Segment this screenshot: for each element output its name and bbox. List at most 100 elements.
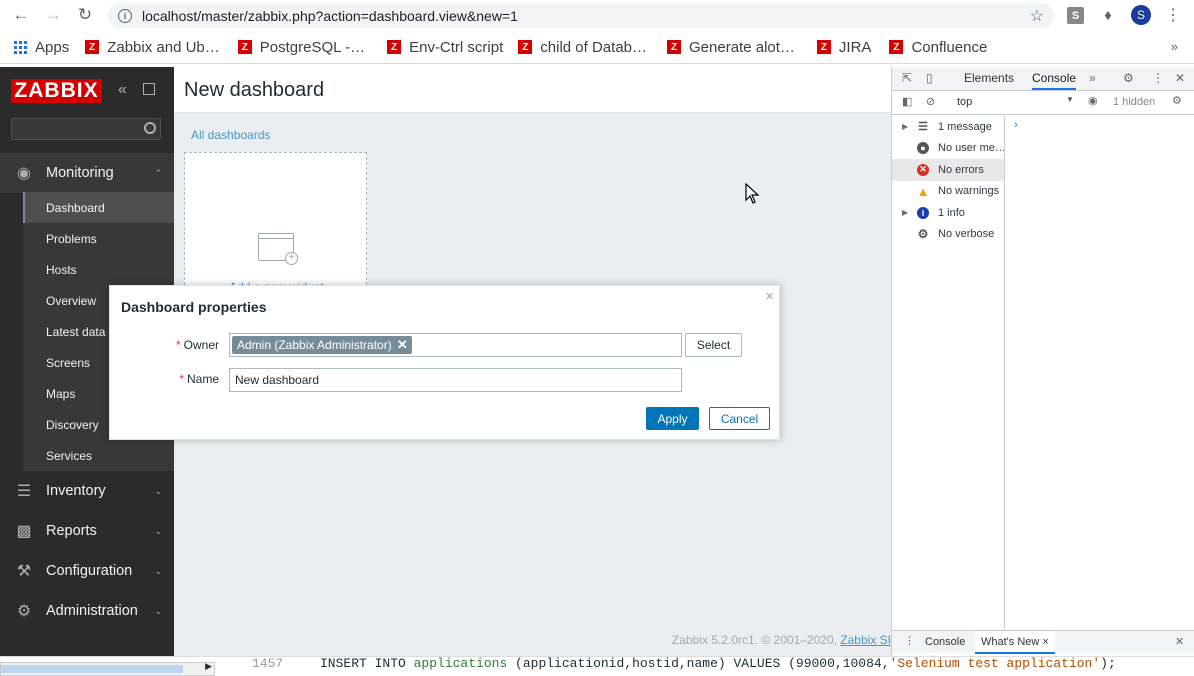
sidebar-info[interactable]: ▶ i 1 info <box>892 202 1004 224</box>
submenu-hosts[interactable]: Hosts <box>23 254 174 285</box>
bookmark-apps[interactable]: Apps <box>14 39 69 56</box>
menu-reports[interactable]: ▩ Reports ⌄ <box>0 511 174 551</box>
more-tabs-icon[interactable]: » <box>1089 71 1096 85</box>
horizontal-scrollbar[interactable]: ▶ <box>0 662 215 676</box>
sidebar-user-messages[interactable]: ● No user me… <box>892 138 1004 160</box>
show-sidebar-icon[interactable]: ◧ <box>902 95 912 108</box>
device-toolbar-icon[interactable]: ▯ <box>926 71 933 85</box>
bookmark-zabbix-ubuntu[interactable]: Z Zabbix and Ub… <box>85 39 220 56</box>
back-icon[interactable]: ← <box>6 0 36 30</box>
sidebar-messages[interactable]: ▶ ☰ 1 message <box>892 116 1004 138</box>
sql-table-name: applications <box>413 656 508 671</box>
site-info-icon[interactable]: i <box>118 8 132 23</box>
settings-gear-icon[interactable]: ⚙ <box>1123 71 1134 85</box>
zabbix-logo[interactable]: ZABBIX <box>11 79 102 103</box>
sidebar-item-label: No verbose <box>938 228 995 241</box>
collapse-sidebar-icon[interactable]: « <box>118 81 127 99</box>
bookmark-star-icon[interactable]: ☆ <box>1030 6 1044 26</box>
sidebar-errors[interactable]: ✕ No errors <box>892 159 1004 181</box>
devtools-panel: ⇱ ▯ Elements Console » ⚙ ⋮ ✕ ◧ ⊘ top ▼ ◉… <box>891 67 1194 660</box>
url-text: localhost/master/zabbix.php?action=dashb… <box>142 7 518 24</box>
menu-label: Configuration <box>46 563 133 579</box>
zabbix-favicon-icon: Z <box>889 40 904 54</box>
context-select[interactable]: top <box>957 96 972 108</box>
bookmark-label: PostgreSQL -… <box>259 38 366 56</box>
expand-arrow-icon[interactable]: ▶ <box>902 122 908 131</box>
error-icon: ✕ <box>917 163 929 176</box>
console-toolbar: ◧ ⊘ top ▼ ◉ 1 hidden ⚙ <box>892 91 1194 115</box>
sidebar-item-label: 1 info <box>938 206 965 219</box>
name-input[interactable]: New dashboard <box>229 368 682 392</box>
sidebar-verbose[interactable]: ⚙ No verbose <box>892 224 1004 246</box>
sidebar-item-label: No user me… <box>938 142 1004 155</box>
scrollbar-thumb[interactable] <box>1 665 183 673</box>
browser-menu-icon[interactable]: ⋮ <box>1163 5 1183 25</box>
browser-toolbar: ← → ↻ i localhost/master/zabbix.php?acti… <box>0 0 1194 31</box>
widget-placeholder[interactable]: + Add a new widget <box>184 152 367 294</box>
close-tab-icon[interactable]: × <box>1042 636 1048 648</box>
bookmarks-overflow-icon[interactable]: » <box>1171 39 1178 54</box>
drawer-tab-whats-new[interactable]: What's New × <box>975 631 1055 654</box>
submenu-services[interactable]: Services <box>23 440 174 471</box>
breadcrumb-all-dashboards[interactable]: All dashboards <box>191 128 270 142</box>
submenu-dashboard[interactable]: Dashboard <box>23 192 174 223</box>
devtools-tabbar: ⇱ ▯ Elements Console » ⚙ ⋮ ✕ <box>892 67 1194 91</box>
extension-s-icon[interactable]: S <box>1067 7 1084 24</box>
drawer-menu-icon[interactable]: ⋮ <box>904 634 915 647</box>
editor-strip: ▶ 1457 INSERT INTO applications (applica… <box>0 656 1194 676</box>
close-devtools-icon[interactable]: ✕ <box>1175 71 1185 85</box>
address-bar[interactable]: i localhost/master/zabbix.php?action=das… <box>108 3 1054 28</box>
extensions-puzzle-icon[interactable]: ♦ <box>1098 5 1118 25</box>
search-icon[interactable] <box>144 122 156 134</box>
bookmark-label: Generate alot… <box>689 38 795 56</box>
sidebar-search-input[interactable] <box>11 118 161 140</box>
tab-console[interactable]: Console <box>1032 71 1077 90</box>
context-dropdown-icon[interactable]: ▼ <box>1066 95 1074 104</box>
menu-monitoring[interactable]: ◉ Monitoring ⌃ <box>0 153 174 193</box>
apply-button[interactable]: Apply <box>646 407 699 430</box>
owner-multiselect[interactable]: Admin (Zabbix Administrator) ✕ <box>229 333 682 357</box>
expand-arrow-icon[interactable]: ▶ <box>902 208 908 217</box>
bookmark-postgresql[interactable]: Z PostgreSQL -… <box>237 38 366 56</box>
menu-administration[interactable]: ⚙ Administration ⌄ <box>0 591 174 631</box>
zabbix-favicon-icon: Z <box>518 40 533 54</box>
inspect-element-icon[interactable]: ⇱ <box>902 71 912 85</box>
cancel-button[interactable]: Cancel <box>709 407 770 430</box>
bookmark-env-ctrl[interactable]: Z Env-Ctrl script <box>387 39 503 56</box>
clear-console-icon[interactable]: ⊘ <box>926 95 935 108</box>
bar-chart-icon: ▩ <box>16 523 32 540</box>
menu-configuration[interactable]: ⚒ Configuration ⌄ <box>0 551 174 591</box>
console-prompt-icon[interactable]: › <box>1014 119 1018 131</box>
bookmark-generate-alot[interactable]: Z Generate alot… <box>667 39 795 56</box>
bookmark-child-of-datab[interactable]: Zchild of Datab… <box>518 39 647 56</box>
footer-company-link[interactable]: Zabbix SI <box>840 633 891 647</box>
sidebar-warnings[interactable]: ▲ No warnings <box>892 181 1004 203</box>
list-icon: ☰ <box>918 121 928 134</box>
zabbix-favicon-icon: Z <box>667 40 682 54</box>
submenu-problems[interactable]: Problems <box>23 223 174 254</box>
close-drawer-icon[interactable]: ✕ <box>1175 635 1184 648</box>
tab-elements[interactable]: Elements <box>964 71 1014 85</box>
remove-owner-icon[interactable]: ✕ <box>397 337 408 353</box>
console-settings-icon[interactable]: ⚙ <box>1172 94 1182 107</box>
kiosk-mode-icon[interactable] <box>143 83 155 95</box>
menu-label: Administration <box>46 603 138 619</box>
bookmark-jira[interactable]: Z JIRA <box>816 39 871 56</box>
sql-end: ); <box>1100 656 1116 671</box>
drawer-tab-console[interactable]: Console <box>925 636 965 648</box>
bug-icon: ⚙ <box>917 227 929 242</box>
gear-icon: ⚙ <box>16 603 32 620</box>
profile-avatar[interactable]: S <box>1131 5 1151 25</box>
forward-icon[interactable]: → <box>38 0 68 30</box>
mouse-cursor <box>745 183 760 204</box>
reload-icon[interactable]: ↻ <box>70 0 100 30</box>
live-expression-eye-icon[interactable]: ◉ <box>1088 94 1098 107</box>
menu-label: Monitoring <box>46 165 114 181</box>
close-icon[interactable]: × <box>765 288 774 305</box>
owner-label: * Owner <box>175 338 219 352</box>
devtools-menu-icon[interactable]: ⋮ <box>1152 71 1164 85</box>
scroll-right-icon[interactable]: ▶ <box>205 662 212 672</box>
select-owner-button[interactable]: Select <box>685 333 742 357</box>
bookmark-confluence[interactable]: Z Confluence <box>889 39 987 56</box>
menu-inventory[interactable]: ☰ Inventory ⌄ <box>0 471 174 511</box>
